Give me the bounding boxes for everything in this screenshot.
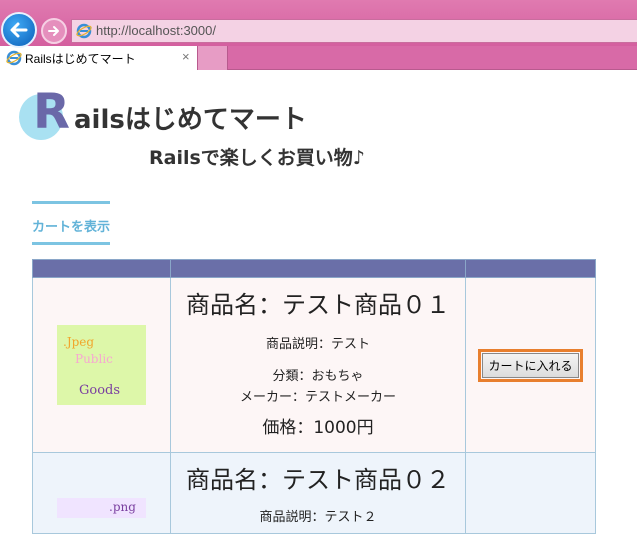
product-action-cell <box>465 452 596 534</box>
header-cell <box>170 259 466 278</box>
site-title: ailsはじめてマート <box>74 105 307 135</box>
browser-toolbar: http://localhost:3000/ <box>0 0 637 48</box>
image-text: .png <box>109 500 136 514</box>
product-price: 価格：1000円 <box>262 417 374 438</box>
product-row: .Jpeg Public Goods 商品名：テスト商品０１ 商品説明：テスト … <box>32 277 596 453</box>
back-button[interactable] <box>1 12 37 48</box>
product-image: .png <box>57 498 146 518</box>
address-bar[interactable]: http://localhost:3000/ <box>71 19 637 43</box>
ie-icon <box>76 23 92 39</box>
add-to-cart-button[interactable]: カートに入れる <box>482 352 579 378</box>
ie-icon <box>6 50 22 66</box>
product-maker: メーカー：テストメーカー <box>239 389 396 405</box>
product-category: 分類：おもちゃ <box>272 368 364 384</box>
product-info-cell: 商品名：テスト商品０１ 商品説明：テスト 分類：おもちゃ メーカー：テストメーカ… <box>170 277 466 453</box>
product-image-cell: .png <box>32 452 171 534</box>
product-image: .Jpeg Public Goods <box>57 325 146 405</box>
tab-railsmart[interactable]: Railsはじめてマート × <box>0 46 198 70</box>
product-description: 商品説明：テスト <box>265 336 370 352</box>
product-description: 商品説明：テスト２ <box>259 510 377 525</box>
logo-initial: R <box>33 84 70 140</box>
new-tab-button[interactable] <box>198 46 228 70</box>
product-table: .Jpeg Public Goods 商品名：テスト商品０１ 商品説明：テスト … <box>32 259 596 534</box>
product-image-cell: .Jpeg Public Goods <box>32 277 171 453</box>
show-cart-link[interactable]: カートを表示 <box>32 216 110 235</box>
header-cell <box>465 259 596 278</box>
button-focus-ring: カートに入れる <box>478 348 583 382</box>
cart-nav: カートを表示 <box>32 201 110 245</box>
product-name: 商品名：テスト商品０１ <box>186 290 450 319</box>
product-action-cell: カートに入れる <box>465 277 596 453</box>
arrow-right-icon <box>48 26 59 36</box>
tab-strip: Railsはじめてマート × <box>0 46 637 70</box>
image-text: Public <box>75 352 113 366</box>
address-url[interactable]: http://localhost:3000/ <box>96 23 216 38</box>
tab-title: Railsはじめてマート <box>25 52 136 66</box>
close-tab-icon[interactable]: × <box>182 49 190 64</box>
image-text: Goods <box>79 383 121 398</box>
forward-button[interactable] <box>41 18 67 44</box>
site-tagline: Railsで楽しくお買い物♪ <box>149 147 365 169</box>
product-row: .png 商品名：テスト商品０２ 商品説明：テスト２ <box>32 452 596 534</box>
image-text: .Jpeg <box>63 335 95 349</box>
product-name: 商品名：テスト商品０２ <box>186 466 450 494</box>
table-header-row <box>32 259 596 278</box>
product-info-cell: 商品名：テスト商品０２ 商品説明：テスト２ <box>170 452 466 534</box>
header-cell <box>32 259 171 278</box>
arrow-left-icon <box>10 22 28 38</box>
